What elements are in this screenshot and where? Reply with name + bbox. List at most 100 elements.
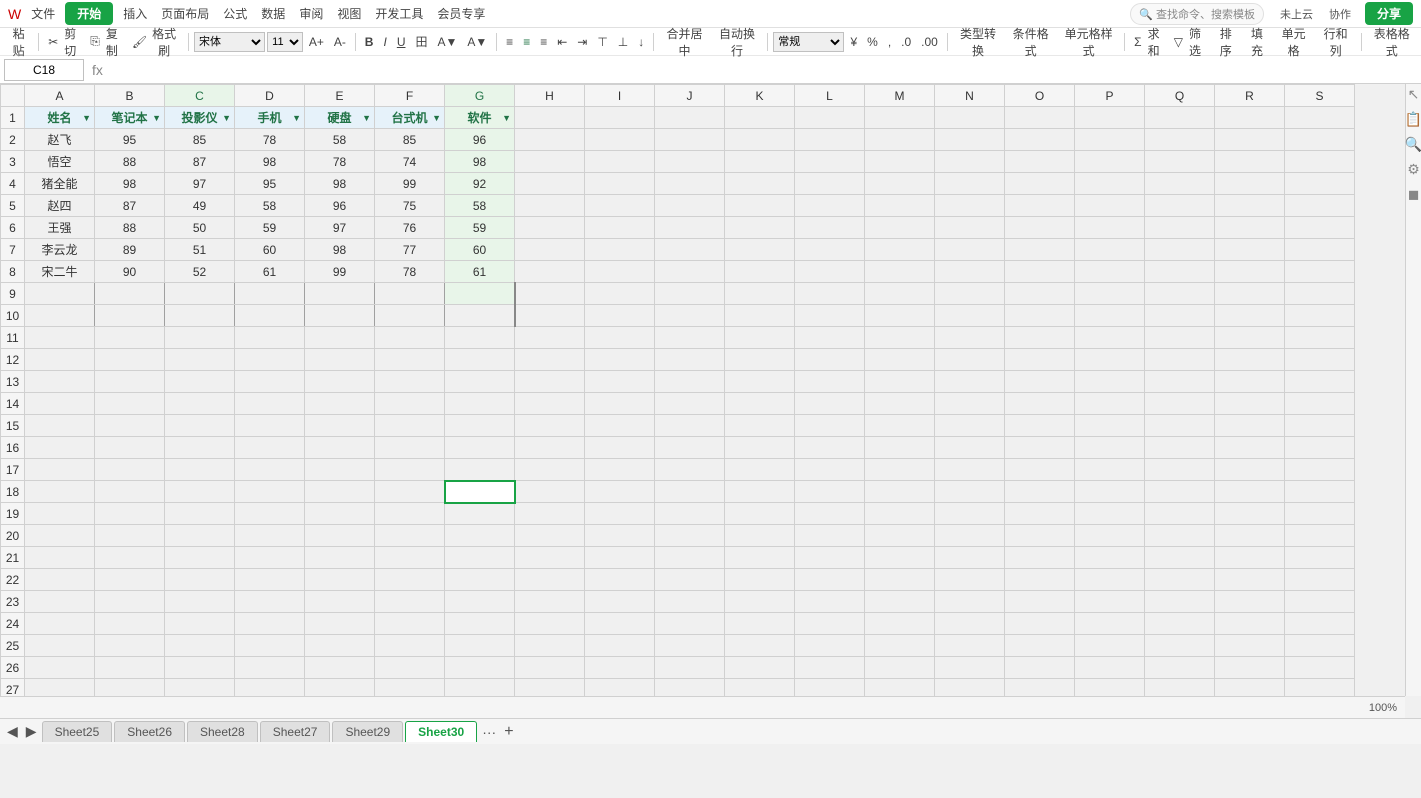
cell-M4[interactable]: [865, 173, 935, 195]
cell-H1[interactable]: [515, 107, 585, 129]
cell-R18[interactable]: [1215, 481, 1285, 503]
cell-R16[interactable]: [1215, 437, 1285, 459]
cell-M5[interactable]: [865, 195, 935, 217]
cell-P5[interactable]: [1075, 195, 1145, 217]
cell-R12[interactable]: [1215, 349, 1285, 371]
cell-Q12[interactable]: [1145, 349, 1215, 371]
align-bottom-button[interactable]: ↓: [634, 33, 648, 51]
cell-A22[interactable]: [25, 569, 95, 591]
cell-B2[interactable]: 95: [95, 129, 165, 151]
cell-O2[interactable]: [1005, 129, 1075, 151]
cell-N12[interactable]: [935, 349, 1005, 371]
filter-arrow-g[interactable]: ▼: [502, 113, 511, 123]
cell-J3[interactable]: [655, 151, 725, 173]
cell-C12[interactable]: [165, 349, 235, 371]
menu-insert[interactable]: 插入: [119, 3, 151, 24]
cell-F16[interactable]: [375, 437, 445, 459]
cell-J7[interactable]: [655, 239, 725, 261]
currency-button[interactable]: ¥: [846, 33, 861, 51]
cell-Q14[interactable]: [1145, 393, 1215, 415]
cell-I12[interactable]: [585, 349, 655, 371]
cell-P20[interactable]: [1075, 525, 1145, 547]
cell-S20[interactable]: [1285, 525, 1355, 547]
cell-R15[interactable]: [1215, 415, 1285, 437]
cell-D11[interactable]: [235, 327, 305, 349]
cell-I17[interactable]: [585, 459, 655, 481]
cell-O27[interactable]: [1005, 679, 1075, 697]
cell-E25[interactable]: [305, 635, 375, 657]
cell-F9[interactable]: [375, 283, 445, 305]
cell-N23[interactable]: [935, 591, 1005, 613]
sort-button[interactable]: 排序: [1211, 23, 1240, 61]
cell-F10[interactable]: [375, 305, 445, 327]
cell-F22[interactable]: [375, 569, 445, 591]
cell-E10[interactable]: [305, 305, 375, 327]
cell-N1[interactable]: [935, 107, 1005, 129]
cell-F2[interactable]: 85: [375, 129, 445, 151]
cell-L5[interactable]: [795, 195, 865, 217]
cell-P4[interactable]: [1075, 173, 1145, 195]
cell-B6[interactable]: 88: [95, 217, 165, 239]
cell-B27[interactable]: [95, 679, 165, 697]
sheet-tab-Sheet26[interactable]: Sheet26: [114, 721, 185, 742]
cell-S23[interactable]: [1285, 591, 1355, 613]
filter-button[interactable]: ▽ 筛选: [1170, 23, 1209, 61]
cell-B1[interactable]: 笔记本 ▼: [95, 107, 165, 129]
cell-G7[interactable]: 60: [445, 239, 515, 261]
cell-K14[interactable]: [725, 393, 795, 415]
cell-J27[interactable]: [655, 679, 725, 697]
cell-I8[interactable]: [585, 261, 655, 283]
cell-Q19[interactable]: [1145, 503, 1215, 525]
cell-G5[interactable]: 58: [445, 195, 515, 217]
cell-M2[interactable]: [865, 129, 935, 151]
cell-O9[interactable]: [1005, 283, 1075, 305]
cell-Q5[interactable]: [1145, 195, 1215, 217]
cell-N6[interactable]: [935, 217, 1005, 239]
cell-E24[interactable]: [305, 613, 375, 635]
cell-F18[interactable]: [375, 481, 445, 503]
cell-A6[interactable]: 王强: [25, 217, 95, 239]
cell-O13[interactable]: [1005, 371, 1075, 393]
cell-G27[interactable]: [445, 679, 515, 697]
cell-J25[interactable]: [655, 635, 725, 657]
cell-M16[interactable]: [865, 437, 935, 459]
cell-S21[interactable]: [1285, 547, 1355, 569]
font-decrease-button[interactable]: A-: [330, 33, 350, 51]
cell-S22[interactable]: [1285, 569, 1355, 591]
cell-D19[interactable]: [235, 503, 305, 525]
cell-J20[interactable]: [655, 525, 725, 547]
cell-Q10[interactable]: [1145, 305, 1215, 327]
cell-G25[interactable]: [445, 635, 515, 657]
cell-E27[interactable]: [305, 679, 375, 697]
sum-button[interactable]: Σ 求和: [1130, 23, 1168, 61]
cell-P1[interactable]: [1075, 107, 1145, 129]
cell-G11[interactable]: [445, 327, 515, 349]
cell-D13[interactable]: [235, 371, 305, 393]
cell-H20[interactable]: [515, 525, 585, 547]
cell-O3[interactable]: [1005, 151, 1075, 173]
cell-B11[interactable]: [95, 327, 165, 349]
cell-K10[interactable]: [725, 305, 795, 327]
cell-J12[interactable]: [655, 349, 725, 371]
cell-M15[interactable]: [865, 415, 935, 437]
cell-R21[interactable]: [1215, 547, 1285, 569]
cell-C18[interactable]: [165, 481, 235, 503]
cell-F4[interactable]: 99: [375, 173, 445, 195]
cell-O7[interactable]: [1005, 239, 1075, 261]
cell-S9[interactable]: [1285, 283, 1355, 305]
cell-H23[interactable]: [515, 591, 585, 613]
cell-D26[interactable]: [235, 657, 305, 679]
cell-E12[interactable]: [305, 349, 375, 371]
cell-L2[interactable]: [795, 129, 865, 151]
cell-O26[interactable]: [1005, 657, 1075, 679]
cell-L4[interactable]: [795, 173, 865, 195]
cell-B3[interactable]: 88: [95, 151, 165, 173]
cell-R1[interactable]: [1215, 107, 1285, 129]
align-left-button[interactable]: ≡: [502, 33, 517, 51]
collab-btn[interactable]: 协作: [1329, 6, 1351, 22]
bold-button[interactable]: B: [361, 33, 378, 51]
cell-Q22[interactable]: [1145, 569, 1215, 591]
cell-S26[interactable]: [1285, 657, 1355, 679]
cell-R13[interactable]: [1215, 371, 1285, 393]
cell-O16[interactable]: [1005, 437, 1075, 459]
